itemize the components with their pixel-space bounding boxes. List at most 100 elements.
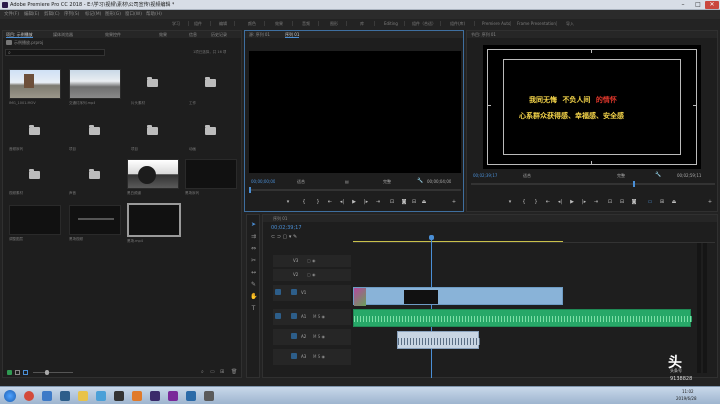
taskbar-clock[interactable]: 11:02 [682, 389, 694, 394]
program-playhead[interactable] [633, 181, 635, 187]
taskbar-app-icon[interactable] [150, 391, 160, 401]
list-view-icon[interactable] [15, 370, 20, 375]
source-quality-select[interactable]: 完整 [383, 179, 391, 185]
program-zoom-select[interactable]: 适合 [523, 173, 531, 179]
type-icon[interactable]: T [250, 305, 257, 312]
play-icon[interactable]: ▶ [351, 199, 357, 205]
workspace-tab[interactable]: 库 [360, 20, 364, 27]
taskbar-app-icon[interactable] [60, 391, 70, 401]
close-button[interactable]: ✕ [705, 1, 719, 9]
folder-icon[interactable] [89, 125, 100, 135]
selection-tool-icon[interactable]: ➤ [250, 221, 257, 228]
folder-icon[interactable] [89, 169, 100, 179]
start-button-icon[interactable] [4, 390, 16, 402]
mark-in-icon[interactable]: { [301, 199, 307, 205]
zoom-slider-handle[interactable] [45, 370, 49, 375]
lift-icon[interactable]: ⊡ [607, 199, 613, 205]
tab-media-browser[interactable]: 媒体浏览器 [53, 31, 73, 38]
menu-graphics[interactable]: 图形(G) [105, 10, 121, 19]
overwrite-icon[interactable]: ⊟ [411, 199, 417, 205]
track-toggles-icon[interactable]: M S ◉ [313, 334, 325, 339]
source-scrub-bar[interactable] [249, 189, 461, 191]
workspace-tab[interactable]: 效果 [275, 20, 283, 27]
zoom-slider[interactable] [33, 372, 73, 373]
comparison-view-icon[interactable]: ▭ [647, 199, 653, 205]
source-patch-a1[interactable] [275, 313, 281, 319]
maximize-button[interactable]: □ [691, 1, 705, 9]
step-back-icon[interactable]: ◂| [339, 199, 345, 205]
target-a2[interactable] [291, 333, 297, 339]
target-v1[interactable] [291, 289, 297, 295]
tab-sequence-source[interactable]: 序列 01 [285, 31, 300, 38]
extract-icon[interactable]: ⊟ [619, 199, 625, 205]
export-frame-icon[interactable]: ⏏ [421, 199, 427, 205]
folder-icon[interactable] [29, 169, 40, 179]
snap-icon[interactable]: ⊂ ⊃ ▢ ▾ ✎ [271, 234, 297, 240]
thumbnail-img1001[interactable] [9, 69, 61, 99]
taskbar-app-icon[interactable] [132, 391, 142, 401]
mark-out-icon[interactable]: } [315, 199, 321, 205]
menu-file[interactable]: 文件(F) [4, 10, 19, 19]
taskbar-app-icon[interactable] [114, 391, 124, 401]
minimize-button[interactable]: – [676, 1, 690, 9]
taskbar-app-icon[interactable] [42, 391, 52, 401]
timeline-timecode[interactable]: 00;02;39;17 [271, 225, 302, 231]
tab-project[interactable]: 项目: 示例播放 [6, 31, 33, 38]
go-to-in-icon[interactable]: ⇤ [327, 199, 333, 205]
tab-program[interactable]: 节目: 序列 01 [471, 31, 496, 38]
thumbnail-black-video[interactable] [69, 205, 121, 235]
work-area-bar[interactable] [353, 241, 563, 242]
pen-icon[interactable]: ✎ [250, 281, 257, 288]
tab-sequence[interactable]: 序列 01 [273, 215, 287, 222]
play-icon[interactable]: ▶ [569, 199, 575, 205]
step-back-icon[interactable]: ◂| [557, 199, 563, 205]
tab-effects[interactable]: 效果 [159, 31, 167, 38]
thumbnail-traffic[interactable] [69, 69, 121, 99]
folder-icon[interactable] [147, 125, 158, 135]
program-timecode-current[interactable]: 00;02;39;17 [473, 173, 497, 178]
workspace-tab[interactable]: 学习 [172, 20, 180, 27]
vr-icon[interactable]: ⏏ [671, 199, 677, 205]
track-toggles-icon[interactable]: ▢ ◉ [307, 272, 316, 277]
menu-marker[interactable]: 标记(M) [85, 10, 101, 19]
source-timecode-current[interactable]: 00;00;00;00 [251, 179, 275, 184]
trash-icon[interactable]: 🗑 [231, 369, 237, 375]
workspace-tab[interactable]: 颜色 [248, 20, 256, 27]
track-toggles-icon[interactable]: M S ◉ [313, 354, 325, 359]
taskbar-app-icon[interactable] [168, 391, 178, 401]
folder-icon[interactable] [29, 125, 40, 135]
target-a1[interactable] [291, 313, 297, 319]
source-playhead[interactable] [249, 187, 251, 193]
hand-icon[interactable]: ✋ [250, 293, 257, 300]
menu-help[interactable]: 帮助(H) [146, 10, 162, 19]
taskbar-app-icon[interactable] [24, 391, 34, 401]
workspace-tab[interactable]: Premiere Auto [482, 20, 510, 27]
program-scrub-bar[interactable] [471, 183, 715, 185]
camera-icon[interactable]: ◙ [401, 199, 407, 205]
marker-icon[interactable]: ▾ [285, 199, 291, 205]
new-item-icon[interactable]: ⊞ [220, 369, 224, 375]
thumbnail-selected[interactable] [127, 203, 181, 237]
folder-icon[interactable] [205, 125, 216, 135]
tab-info[interactable]: 信息 [189, 31, 197, 38]
workspace-tab[interactable]: Editing [384, 20, 398, 27]
go-to-in-icon[interactable]: ⇤ [545, 199, 551, 205]
go-to-out-icon[interactable]: ⇥ [593, 199, 599, 205]
step-forward-icon[interactable]: |▸ [581, 199, 587, 205]
workspace-tab[interactable]: 编辑 [219, 20, 227, 27]
folder-icon[interactable] [205, 77, 216, 87]
project-search-input[interactable]: ⌕ [5, 49, 105, 56]
add-button-icon[interactable]: + [451, 199, 457, 205]
source-patch-v1[interactable] [275, 289, 281, 295]
audio-clip-a2[interactable] [397, 331, 480, 349]
icon-view-icon[interactable] [23, 370, 28, 375]
new-bin-icon[interactable]: ▭ [210, 369, 215, 375]
track-toggles-icon[interactable]: M S ◉ [313, 314, 325, 319]
taskbar-app-icon[interactable] [96, 391, 106, 401]
taskbar-date[interactable]: 2019/6/28 [676, 396, 697, 401]
thumbnail-adjustment-layer[interactable] [9, 205, 61, 235]
menu-edit[interactable]: 编辑(E) [24, 10, 39, 19]
taskbar-app-icon[interactable] [186, 391, 196, 401]
taskbar-app-icon[interactable] [78, 391, 88, 401]
tab-history[interactable]: 历史记录 [211, 31, 227, 38]
